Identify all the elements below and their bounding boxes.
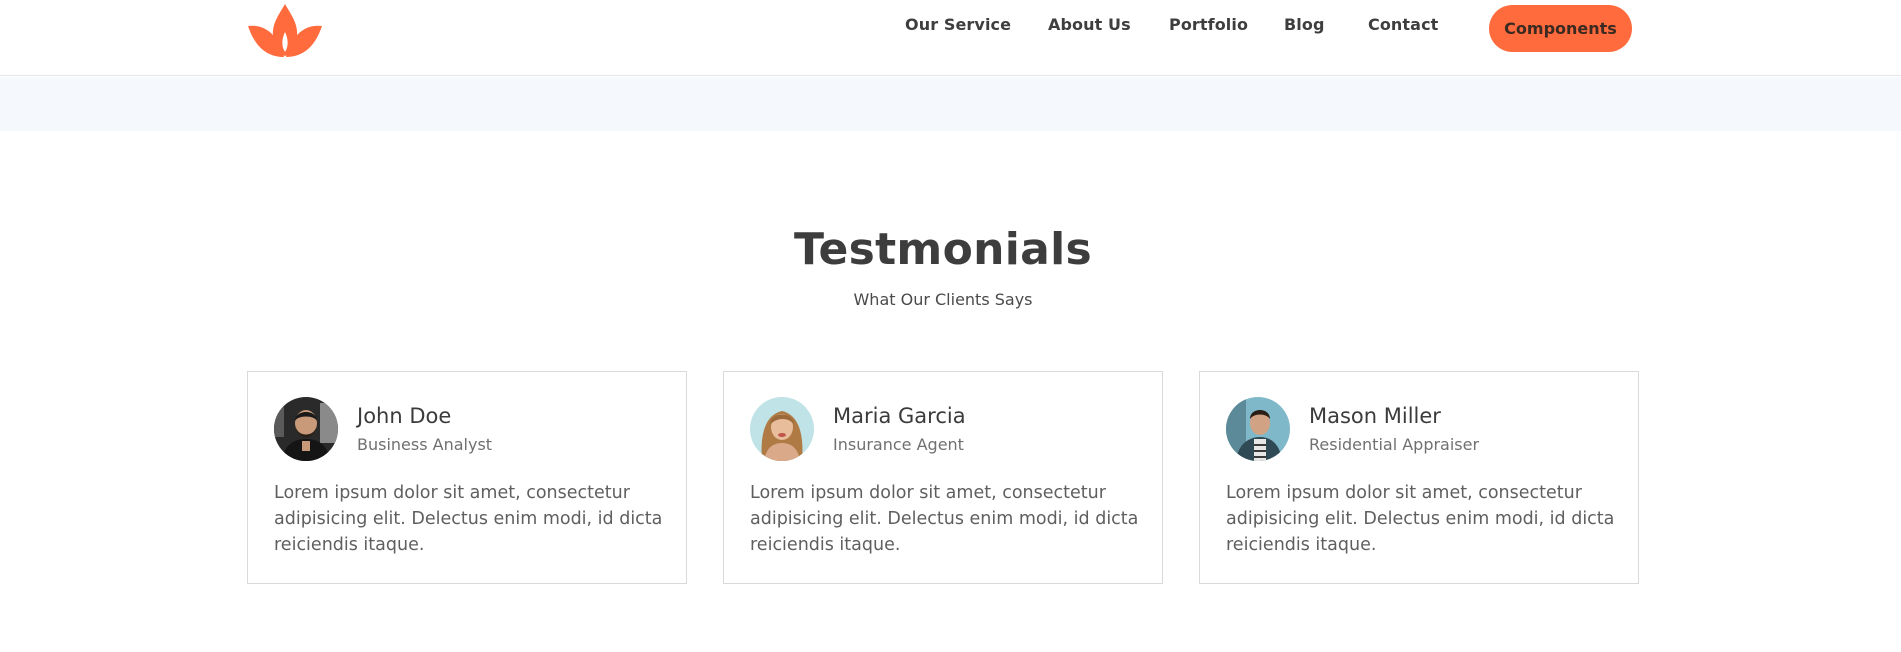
avatar-icon — [1226, 397, 1290, 461]
section-title: Testmonials — [794, 224, 1092, 275]
testimonial-quote: Lorem ipsum dolor sit amet, consectetur … — [1226, 483, 1615, 555]
testimonial-quote: Lorem ipsum dolor sit amet, consectetur … — [274, 483, 663, 555]
person-role: Residential Appraiser — [1309, 435, 1480, 454]
testimonial-card: Maria Garcia Insurance Agent Lorem ipsum… — [723, 371, 1163, 584]
avatar-icon — [274, 397, 338, 461]
testimonial-card: Mason Miller Residential Appraiser Lorem… — [1199, 371, 1639, 584]
person-name: Mason Miller — [1309, 404, 1441, 428]
testimonial-card: John Doe Business Analyst Lorem ipsum do… — [247, 371, 687, 584]
nav-link-portfolio[interactable]: Portfolio — [1169, 15, 1248, 34]
nav-link-blog[interactable]: Blog — [1284, 15, 1325, 34]
person-name: John Doe — [357, 404, 452, 428]
nav-link-about-us[interactable]: About Us — [1048, 15, 1131, 34]
section-subtitle: What Our Clients Says — [853, 290, 1033, 309]
hero-band — [0, 77, 1901, 131]
nav-link-contact[interactable]: Contact — [1368, 15, 1438, 34]
components-button[interactable]: Components — [1489, 5, 1632, 52]
testimonial-quote: Lorem ipsum dolor sit amet, consectetur … — [750, 483, 1139, 555]
person-name: Maria Garcia — [833, 404, 966, 428]
avatar-icon — [750, 397, 814, 461]
person-role: Insurance Agent — [833, 435, 964, 454]
nav-link-our-service[interactable]: Our Service — [905, 15, 1011, 34]
top-navbar: Our Service About Us Portfolio Blog Cont… — [0, 0, 1901, 76]
person-role: Business Analyst — [357, 435, 493, 454]
